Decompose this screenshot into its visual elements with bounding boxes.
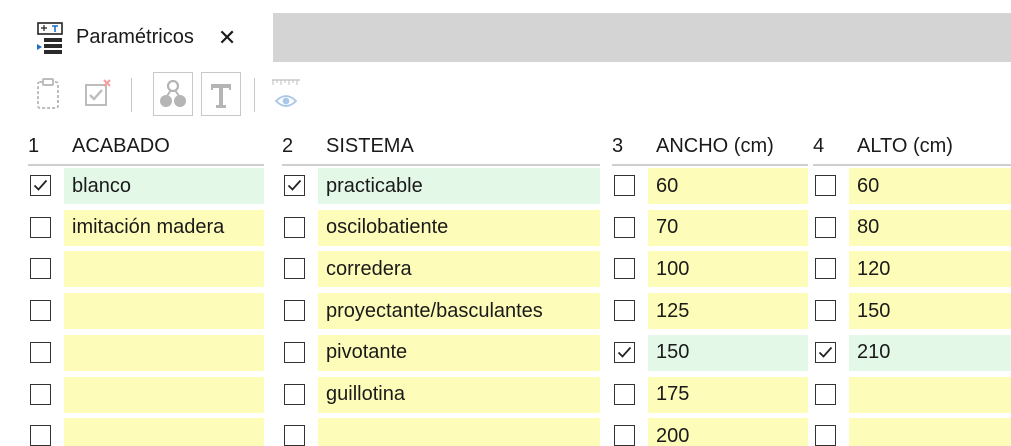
checkmark-icon [818,346,833,358]
parametric-table-icon [34,21,66,55]
checkbox[interactable] [614,383,635,405]
grid-cell-value[interactable]: imitación madera [64,209,264,246]
grid-cell-value[interactable]: 210 [849,334,1011,371]
grid-cell-value[interactable] [64,293,264,330]
tab-bar: Paramétricos ✕ [0,0,1011,62]
grid-cell-value[interactable]: 60 [648,168,808,204]
checkbox-checked[interactable] [30,175,51,196]
grid-cell-value[interactable]: guillotina [318,376,600,413]
grid-cell-value[interactable]: 125 [648,293,808,330]
grid-cell-value[interactable] [64,334,264,371]
grid-cell-value[interactable]: 70 [648,209,808,246]
grid-cell-value[interactable]: practicable [318,168,600,204]
grid-cell-value[interactable]: proyectante/basculantes [318,293,600,330]
check-delete-icon[interactable] [78,72,118,116]
toolbar-separator [254,78,255,112]
checkbox[interactable] [30,216,51,238]
grid-cell-value[interactable]: 150 [648,334,808,371]
clipboard-icon[interactable] [28,72,68,116]
ruler-eye-icon[interactable] [266,72,306,116]
checkbox[interactable] [30,341,51,363]
checkbox[interactable] [614,175,635,196]
grid-cell-value[interactable]: blanco [64,168,264,204]
checkbox[interactable] [284,341,305,363]
checkbox[interactable] [815,425,836,446]
close-icon[interactable]: ✕ [218,26,236,49]
toolbar-separator [131,78,132,112]
grid-cell-value[interactable] [318,418,600,446]
checkbox[interactable] [30,258,51,280]
checkmark-icon [617,346,632,358]
checkmark-icon [33,179,48,191]
grid-cell-value[interactable] [849,376,1011,413]
checkbox[interactable] [284,258,305,280]
grid-cell-value[interactable]: 80 [849,209,1011,246]
checkbox[interactable] [815,300,836,322]
checkbox[interactable] [815,258,836,280]
checkbox[interactable] [614,216,635,238]
column-header[interactable]: SISTEMA [326,128,600,164]
checkmark-icon [287,179,302,191]
grid-cell-value[interactable]: 150 [849,293,1011,330]
grid-cell-value[interactable] [849,418,1011,446]
checkbox[interactable] [30,425,51,446]
checkbox[interactable] [284,216,305,238]
toolbar [28,66,428,124]
grid-cell-value[interactable] [64,418,264,446]
checkbox[interactable] [815,383,836,405]
checkbox[interactable] [815,216,836,238]
column-number: 2 [282,134,294,157]
column-header[interactable]: ALTO (cm) [857,128,1011,164]
checkbox[interactable] [614,258,635,280]
header-divider [813,164,1011,166]
header-divider [28,164,264,166]
checkbox[interactable] [815,175,836,196]
checkbox[interactable] [30,300,51,322]
column-number: 1 [28,134,40,157]
header-divider [612,164,808,166]
grid-cell-value[interactable]: 175 [648,376,808,413]
checkbox[interactable] [614,425,635,446]
checkbox[interactable] [30,383,51,405]
grid-cell-value[interactable]: 120 [849,251,1011,288]
column-header[interactable]: ANCHO (cm) [656,128,808,164]
checkbox[interactable] [284,300,305,322]
checkbox[interactable] [614,300,635,322]
checkbox-checked[interactable] [815,341,836,363]
column-number: 3 [612,134,624,157]
grid-cell-value[interactable]: corredera [318,251,600,288]
tab-title: Paramétricos [76,26,194,48]
checkbox-checked[interactable] [284,175,305,196]
grid-cell-value[interactable] [64,376,264,413]
column-number: 4 [813,134,825,157]
tree-nodes-icon[interactable] [153,72,193,116]
text-t-icon[interactable] [201,72,241,116]
grid-cell-value[interactable]: oscilobatiente [318,209,600,246]
grid-cell-value[interactable]: 200 [648,418,808,446]
column-header[interactable]: ACABADO [72,128,264,164]
grid-cell-value[interactable]: pivotante [318,334,600,371]
tab-parametricos[interactable]: Paramétricos ✕ [28,13,273,62]
checkbox[interactable] [284,425,305,446]
checkbox-checked[interactable] [614,341,635,363]
header-divider [282,164,600,166]
grid-cell-value[interactable]: 100 [648,251,808,288]
grid-cell-value[interactable] [64,251,264,288]
grid-cell-value[interactable]: 60 [849,168,1011,204]
checkbox[interactable] [284,383,305,405]
